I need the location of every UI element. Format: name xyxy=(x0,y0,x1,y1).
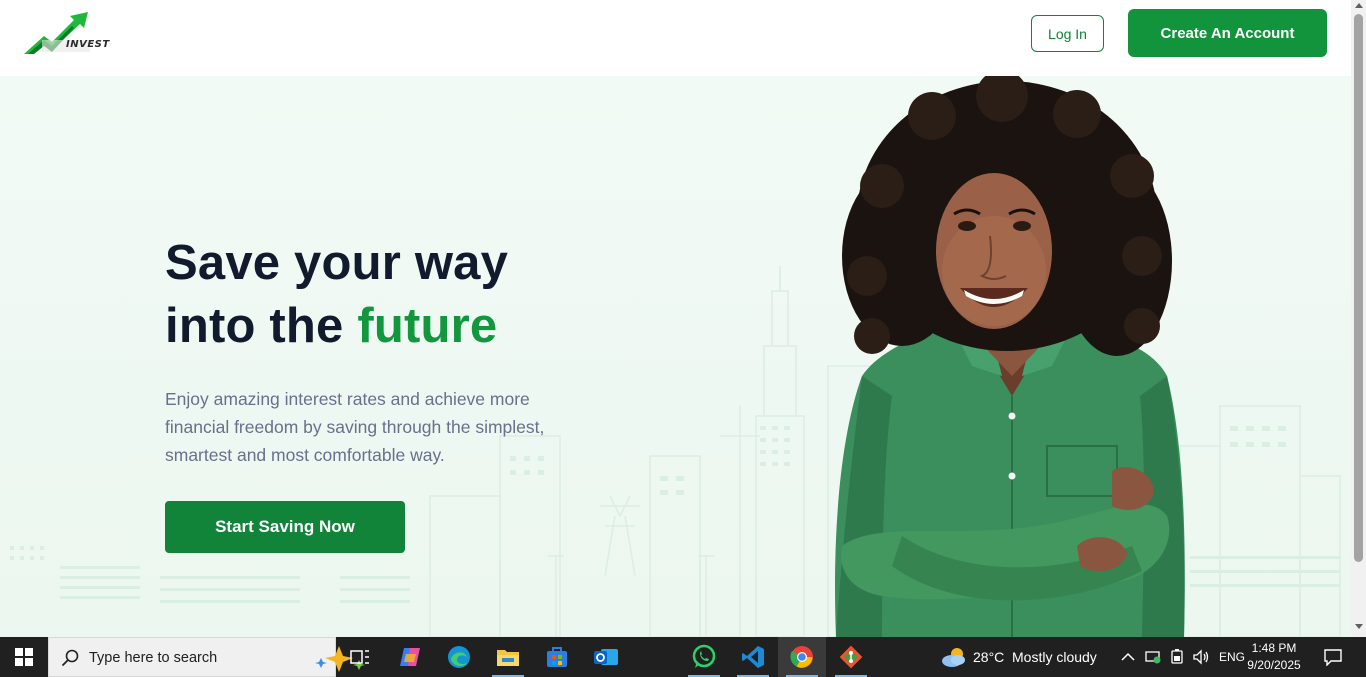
scroll-down-arrow-icon[interactable] xyxy=(1355,624,1363,629)
chrome-icon[interactable] xyxy=(778,637,826,677)
weather-cloud-icon[interactable] xyxy=(940,646,968,668)
microsoft-store-icon[interactable] xyxy=(533,637,581,677)
scroll-thumb[interactable] xyxy=(1354,14,1363,562)
vscode-icon[interactable] xyxy=(729,637,777,677)
logo-wordmark: INVEST xyxy=(66,39,110,50)
outlook-icon[interactable] xyxy=(582,637,630,677)
whatsapp-icon[interactable] xyxy=(680,637,728,677)
weather-temperature[interactable]: 28°C xyxy=(973,649,1004,665)
hero-headline: Save your way into the future xyxy=(165,232,508,358)
page-scrollbar[interactable] xyxy=(1351,0,1366,637)
scroll-up-arrow-icon[interactable] xyxy=(1355,3,1363,8)
file-explorer-icon[interactable] xyxy=(484,637,532,677)
headline-line-1: Save your way xyxy=(165,236,509,290)
hero-section: Save your way into the future Enjoy amaz… xyxy=(0,76,1351,637)
windows-start-icon[interactable] xyxy=(0,637,48,677)
clock-date[interactable]: 9/20/2025 xyxy=(1244,658,1304,672)
start-saving-button[interactable]: Start Saving Now xyxy=(165,501,405,553)
invest-logo[interactable]: INVEST xyxy=(22,10,109,58)
notification-icon[interactable] xyxy=(1323,648,1343,666)
battery-icon[interactable] xyxy=(1169,649,1185,665)
clock-time[interactable]: 1:48 PM xyxy=(1244,641,1304,655)
weather-description[interactable]: Mostly cloudy xyxy=(1012,649,1097,665)
hero-subtext: Enjoy amazing interest rates and achieve… xyxy=(165,389,545,465)
site-header: INVEST Log In Create An Account xyxy=(0,0,1351,76)
task-view-icon[interactable] xyxy=(336,637,384,677)
taskbar-search-box[interactable]: Type here to search xyxy=(48,637,365,677)
search-placeholder: Type here to search xyxy=(89,650,218,666)
git-icon[interactable] xyxy=(827,637,875,677)
network-icon[interactable] xyxy=(1145,649,1163,665)
edge-icon[interactable] xyxy=(435,637,483,677)
language-indicator[interactable]: ENG xyxy=(1219,650,1245,664)
headline-prefix: into the xyxy=(165,299,344,353)
search-icon xyxy=(61,649,79,667)
headline-accent: future xyxy=(357,299,498,353)
create-account-button[interactable]: Create An Account xyxy=(1128,9,1327,57)
speaker-icon[interactable] xyxy=(1192,649,1210,665)
copilot-app-icon[interactable] xyxy=(386,637,434,677)
windows-taskbar: Type here to search 28°C Mostly cloudy E… xyxy=(0,637,1366,677)
green-growth-arrow-icon xyxy=(24,12,90,54)
headline-line-2: into the future xyxy=(165,295,508,358)
login-button[interactable]: Log In xyxy=(1031,15,1104,52)
chevron-up-icon[interactable] xyxy=(1121,651,1135,663)
smiling-woman-image xyxy=(835,76,1185,637)
